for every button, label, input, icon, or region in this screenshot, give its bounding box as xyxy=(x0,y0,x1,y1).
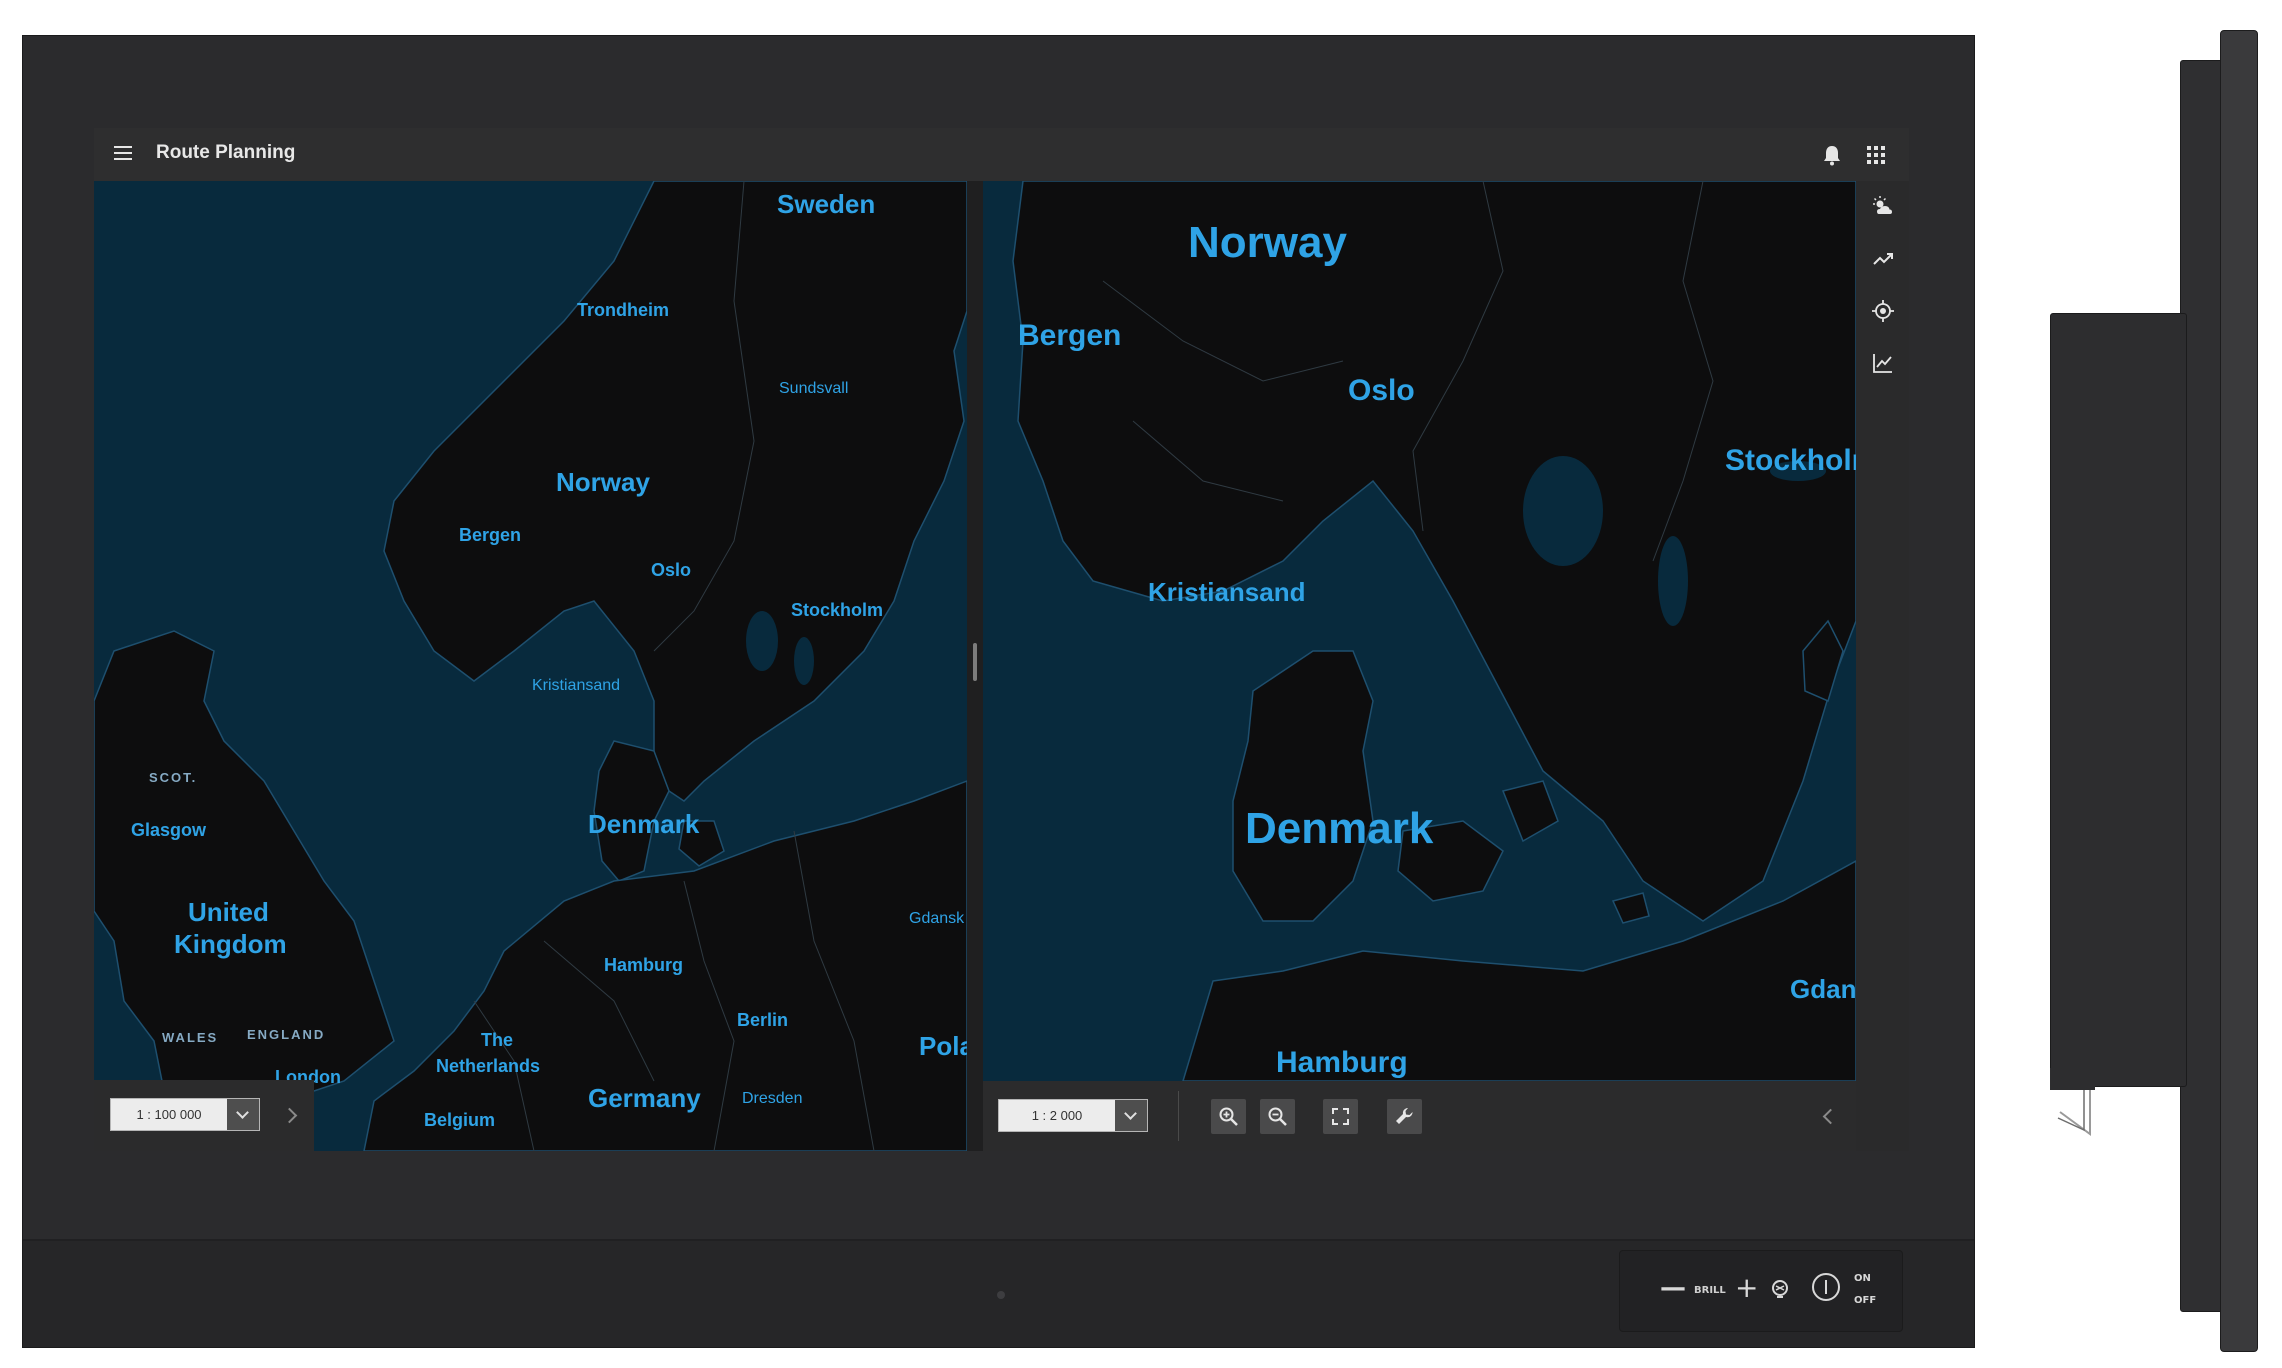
brightness-plus-button[interactable]: + xyxy=(1735,1271,1758,1304)
scale-select-left[interactable]: 1 : 100 000 xyxy=(110,1098,260,1131)
map-label-germany: Germany xyxy=(588,1083,701,1113)
map-label-scot: SCOT. xyxy=(149,770,198,785)
map-canvas-left xyxy=(94,181,967,1151)
scale-select-right[interactable]: 1 : 2 000 xyxy=(998,1099,1148,1132)
map-label-england: ENGLAND xyxy=(247,1027,326,1042)
toolbar-separator xyxy=(1178,1091,1179,1141)
map-label-bergen: Bergen xyxy=(459,525,522,545)
map-label-oslo: Oslo xyxy=(651,560,692,580)
chart-icon[interactable] xyxy=(1871,351,1895,375)
hardware-control-panel: — BRILL + ON OFF xyxy=(1619,1250,1903,1332)
gps-target-icon[interactable] xyxy=(1871,299,1895,323)
map-label-oslo-right: Oslo xyxy=(1348,374,1415,407)
map-label-hamburg-right: Hamburg xyxy=(1276,1046,1408,1079)
side-profile-hook xyxy=(2057,1090,2091,1136)
map-label-berlin: Berlin xyxy=(737,1010,789,1030)
page-title: Route Planning xyxy=(156,142,296,163)
map-label-netherlands-line2: Netherlands xyxy=(436,1056,541,1076)
chevron-down-icon[interactable] xyxy=(1115,1100,1147,1131)
map-label-stockholm-right: Stockholn xyxy=(1725,444,1856,477)
map-label-gdansk-right: Gdan xyxy=(1790,974,1856,1004)
scale-value-left: 1 : 100 000 xyxy=(136,1107,202,1122)
map-label-denmark-right: Denmark xyxy=(1245,804,1434,853)
map-label-hamburg: Hamburg xyxy=(604,955,684,975)
side-profile-front xyxy=(2220,30,2258,1352)
chevron-right-icon[interactable] xyxy=(281,1107,298,1124)
divider-drag-handle[interactable] xyxy=(973,643,977,681)
menu-icon[interactable] xyxy=(114,146,132,162)
map-label-sundsvall: Sundsvall xyxy=(779,380,849,397)
map-label-belgium: Belgium xyxy=(424,1110,496,1130)
bezel-lower-panel: — BRILL + ON OFF xyxy=(23,1239,1974,1347)
map-label-sweden: Sweden xyxy=(777,189,876,219)
map-label-trondheim: Trondheim xyxy=(577,300,670,320)
map-label-norway-right: Norway xyxy=(1188,218,1347,267)
right-map-bottom-bar: 1 : 2 000 xyxy=(983,1081,1856,1151)
map-label-stockholm: Stockholm xyxy=(791,600,884,620)
scale-value-right: 1 : 2 000 xyxy=(1031,1108,1083,1123)
map-label-glasgow: Glasgow xyxy=(131,820,207,840)
zoom-out-icon xyxy=(1268,1107,1287,1126)
brill-label: BRILL xyxy=(1694,1285,1726,1296)
settings-wrench-button[interactable] xyxy=(1387,1099,1422,1134)
map-label-gdansk: Gdansk xyxy=(909,910,965,927)
map-pane-left[interactable]: Sweden Trondheim Sundsvall Norway Bergen… xyxy=(94,181,967,1151)
map-label-bergen-right: Bergen xyxy=(1018,319,1122,352)
map-label-dresden: Dresden xyxy=(742,1090,803,1107)
power-off-label: OFF xyxy=(1854,1295,1877,1306)
left-map-bottom-bar: 1 : 100 000 xyxy=(94,1080,314,1151)
power-button[interactable] xyxy=(1812,1273,1840,1301)
map-label-kristiansand-right: Kristiansand xyxy=(1148,577,1306,607)
chevron-down-icon[interactable] xyxy=(227,1099,259,1130)
side-profile-bracket xyxy=(2050,313,2187,1087)
pane-divider[interactable] xyxy=(967,181,983,1151)
fullscreen-icon xyxy=(1332,1108,1349,1125)
fullscreen-button[interactable] xyxy=(1323,1099,1358,1134)
zoom-out-button[interactable] xyxy=(1260,1099,1295,1134)
apps-grid-icon[interactable] xyxy=(1867,146,1885,164)
map-canvas-right xyxy=(1012,181,1856,1081)
map-label-denmark: Denmark xyxy=(588,809,700,839)
application-screen: Route Planning Sweden Trondheim Sundsval… xyxy=(94,128,1909,1151)
dimmer-icon[interactable] xyxy=(1768,1277,1792,1301)
map-label-kristiansand: Kristiansand xyxy=(532,677,621,694)
map-pane-right[interactable]: Norway Bergen Oslo Stockholn Kristiansan… xyxy=(983,181,1856,1081)
zoom-in-button[interactable] xyxy=(1211,1099,1246,1134)
weather-icon[interactable] xyxy=(1871,195,1895,219)
app-header: Route Planning xyxy=(94,128,1909,182)
chevron-left-icon[interactable] xyxy=(1822,1108,1839,1125)
wrench-icon xyxy=(1396,1107,1413,1124)
map-label-wales: WALES xyxy=(162,1030,219,1045)
map-label-poland: Pola xyxy=(919,1031,967,1061)
right-toolbar xyxy=(1856,181,1909,1151)
brightness-minus-button[interactable]: — xyxy=(1660,1273,1686,1303)
map-label-netherlands-line1: The xyxy=(481,1030,514,1050)
bell-icon[interactable] xyxy=(1822,144,1842,166)
side-profile-tab xyxy=(2050,1068,2095,1090)
map-label-norway: Norway xyxy=(556,467,650,497)
map-label-uk-line1: United xyxy=(188,897,269,927)
power-on-label: ON xyxy=(1854,1273,1871,1284)
trend-line-icon[interactable] xyxy=(1871,247,1895,271)
map-label-uk-line2: Kingdom xyxy=(174,929,287,959)
zoom-in-icon xyxy=(1219,1107,1238,1126)
ambient-sensor xyxy=(997,1291,1005,1299)
